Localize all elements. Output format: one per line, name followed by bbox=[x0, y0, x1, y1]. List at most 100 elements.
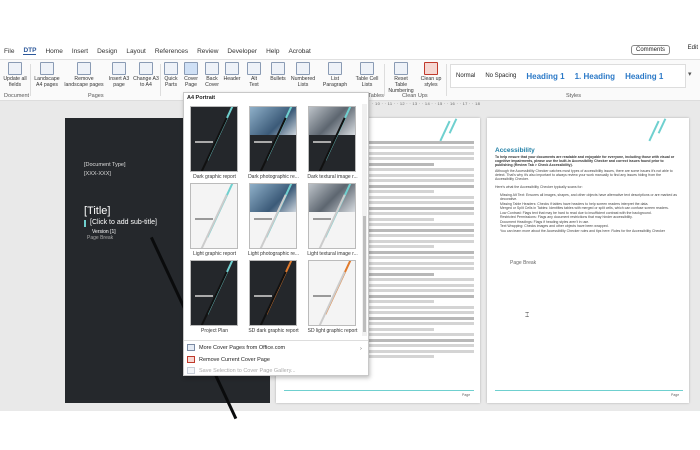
accessibility-paragraph-1[interactable]: Although the Accessibility Checker catch… bbox=[495, 169, 680, 181]
accessibility-paragraph-2[interactable]: Here's what the Accessibility Checker ty… bbox=[495, 185, 680, 189]
table-cell-button[interactable]: Table Cell Lists bbox=[355, 62, 379, 88]
menu-tab-references[interactable]: References bbox=[155, 48, 188, 55]
accessibility-intro[interactable]: To help ensure that your documents are r… bbox=[495, 155, 680, 167]
header-icon bbox=[225, 62, 239, 75]
thumbnail-text bbox=[313, 141, 331, 143]
ribbon-button-label: Quick Parts bbox=[164, 76, 178, 88]
update-fields-button[interactable]: Update all fields bbox=[3, 62, 27, 88]
insert-a3-button[interactable]: Insert A3 page bbox=[108, 62, 130, 88]
cover-date[interactable]: [XXX-XXX] bbox=[84, 171, 111, 177]
menu-tab-dtp[interactable]: DTP bbox=[23, 47, 37, 55]
quick-parts-button[interactable]: Quick Parts bbox=[163, 62, 179, 88]
menu-tab-acrobat[interactable]: Acrobat bbox=[288, 48, 310, 55]
cover-thumbnail[interactable] bbox=[190, 260, 238, 326]
style-item[interactable]: Heading 1 bbox=[521, 72, 569, 81]
ribbon-button-label: Clean up styles bbox=[420, 76, 442, 88]
cover-page-break: Page Break bbox=[87, 235, 114, 241]
cover-thumbnail[interactable] bbox=[249, 260, 297, 326]
gallery-section-header: A4 Portrait bbox=[187, 95, 216, 101]
more-cover-pages-label: More Cover Pages from Office.com bbox=[199, 344, 286, 351]
alt-text-button[interactable]: Alt Text bbox=[246, 62, 262, 88]
remove-landscape-icon bbox=[77, 62, 91, 75]
group-label-tables: Tables bbox=[368, 93, 384, 99]
accessibility-bullet[interactable]: Missing Table Headers: Checks if tables … bbox=[500, 202, 680, 206]
gallery-scrollbar-thumb[interactable] bbox=[363, 216, 366, 332]
thumbnail-text bbox=[313, 295, 331, 297]
cover-thumbnail[interactable] bbox=[190, 183, 238, 249]
cover-thumbnail[interactable] bbox=[308, 183, 356, 249]
thumbnail-stripe bbox=[200, 117, 228, 171]
save-selection-item: Save Selection to Cover Page Gallery... bbox=[187, 367, 296, 374]
style-item[interactable]: No Spacing bbox=[480, 73, 521, 79]
cover-title[interactable]: [Title] bbox=[84, 205, 111, 217]
remove-page-icon bbox=[187, 356, 195, 363]
ribbon-button-label: List Paragraph bbox=[322, 76, 348, 88]
cover-thumbnail-label: Dark photographic re... bbox=[248, 174, 299, 180]
accessibility-bullet[interactable]: Merged or Split Cells in Tables: Identif… bbox=[500, 206, 680, 210]
cover-thumbnail[interactable] bbox=[249, 106, 297, 172]
cover-thumbnail[interactable] bbox=[190, 106, 238, 172]
accessibility-bullet[interactable]: Missing Alt Text: Ensures all images, sh… bbox=[500, 193, 680, 201]
menu-tab-file[interactable]: File bbox=[4, 48, 14, 55]
accessibility-bullet[interactable]: Restricted Permissions: Flags any docume… bbox=[500, 215, 680, 219]
clean-up-button[interactable]: Clean up styles bbox=[420, 62, 442, 88]
bullets-button[interactable]: Bullets bbox=[270, 62, 286, 82]
footer-rule bbox=[495, 390, 683, 391]
thumbnail-text bbox=[195, 218, 213, 220]
menu-tab-home[interactable]: Home bbox=[45, 48, 62, 55]
cover-doc-type[interactable]: [Document Type] bbox=[84, 162, 125, 168]
change-a3-button[interactable]: Change A3 to A4 bbox=[133, 62, 159, 88]
change-a3-icon bbox=[139, 62, 153, 75]
ribbon-button-label: Numbered Lists bbox=[290, 76, 316, 88]
office-icon bbox=[187, 344, 195, 351]
ribbon-separator bbox=[384, 64, 385, 96]
thumbnail-text bbox=[254, 295, 272, 297]
remove-landscape-button[interactable]: Remove landscape pages bbox=[63, 62, 105, 88]
style-item[interactable]: 1. Heading bbox=[570, 72, 620, 81]
accessibility-bullet[interactable]: Document Headings: Flags if heading styl… bbox=[500, 220, 680, 224]
group-label-styles: Styles bbox=[566, 93, 581, 99]
ribbon-button-label: Alt Text bbox=[249, 76, 259, 88]
more-cover-pages-item[interactable]: More Cover Pages from Office.com bbox=[187, 344, 285, 351]
back-cover-button[interactable]: Back Cover bbox=[203, 62, 221, 88]
thumbnail-text bbox=[254, 141, 272, 143]
comments-button[interactable]: Comments bbox=[630, 45, 670, 55]
cover-thumbnail[interactable] bbox=[308, 260, 356, 326]
accessibility-bullet[interactable]: Low Contrast: Flags text that may be har… bbox=[500, 211, 680, 215]
thumbnail-text bbox=[254, 218, 272, 220]
cover-page-button[interactable]: Cover Page bbox=[183, 62, 199, 88]
menu-tab-developer[interactable]: Developer bbox=[227, 48, 257, 55]
styles-expand-icon[interactable]: ▾ bbox=[688, 70, 692, 78]
reset-table-button[interactable]: Reset Table Numbering bbox=[388, 62, 414, 94]
menu-tab-layout[interactable]: Layout bbox=[126, 48, 146, 55]
menu-tab-design[interactable]: Design bbox=[97, 48, 117, 55]
list-paragraph-button[interactable]: List Paragraph bbox=[322, 62, 348, 88]
list-paragraph-icon bbox=[328, 62, 342, 75]
landscape-button[interactable]: Landscape A4 pages bbox=[33, 62, 61, 88]
menu-tab-insert[interactable]: Insert bbox=[72, 48, 88, 55]
remove-cover-page-item[interactable]: Remove Current Cover Page bbox=[187, 356, 270, 363]
numbered-lists-button[interactable]: Numbered Lists bbox=[290, 62, 316, 88]
ribbon-button-label: Bullets bbox=[270, 76, 286, 82]
style-item[interactable]: Heading 1 bbox=[620, 72, 668, 81]
alt-text-icon bbox=[247, 62, 261, 75]
ribbon-separator bbox=[160, 64, 161, 96]
header-button[interactable]: Header bbox=[223, 62, 241, 82]
chevron-right-icon: › bbox=[360, 346, 362, 352]
menu-tab-review[interactable]: Review bbox=[197, 48, 218, 55]
accessibility-heading[interactable]: Accessibility bbox=[495, 147, 535, 154]
cover-thumbnail[interactable] bbox=[249, 183, 297, 249]
cover-thumbnail-label: Light photographic re... bbox=[247, 251, 300, 257]
thumbnail-stripe bbox=[318, 271, 346, 325]
landscape-icon bbox=[40, 62, 54, 75]
accessibility-bullet[interactable]: Text Wrapping: Checks images and other o… bbox=[500, 224, 680, 228]
cover-subtitle[interactable]: [Click to add sub-title] bbox=[90, 219, 157, 226]
ribbon-button-label: Landscape A4 pages bbox=[34, 76, 60, 88]
styles-gallery[interactable]: Normal No Spacing Heading 1 1. Heading Headi… bbox=[450, 64, 686, 88]
style-item[interactable]: Normal bbox=[451, 73, 480, 79]
edit-button[interactable]: Edit bbox=[688, 45, 698, 51]
menu-tab-help[interactable]: Help bbox=[266, 48, 279, 55]
accessibility-bullet[interactable]: You can learn more about the Accessibili… bbox=[500, 229, 680, 233]
ribbon-button-label: Cover Page bbox=[184, 76, 198, 88]
cover-thumbnail[interactable] bbox=[308, 106, 356, 172]
